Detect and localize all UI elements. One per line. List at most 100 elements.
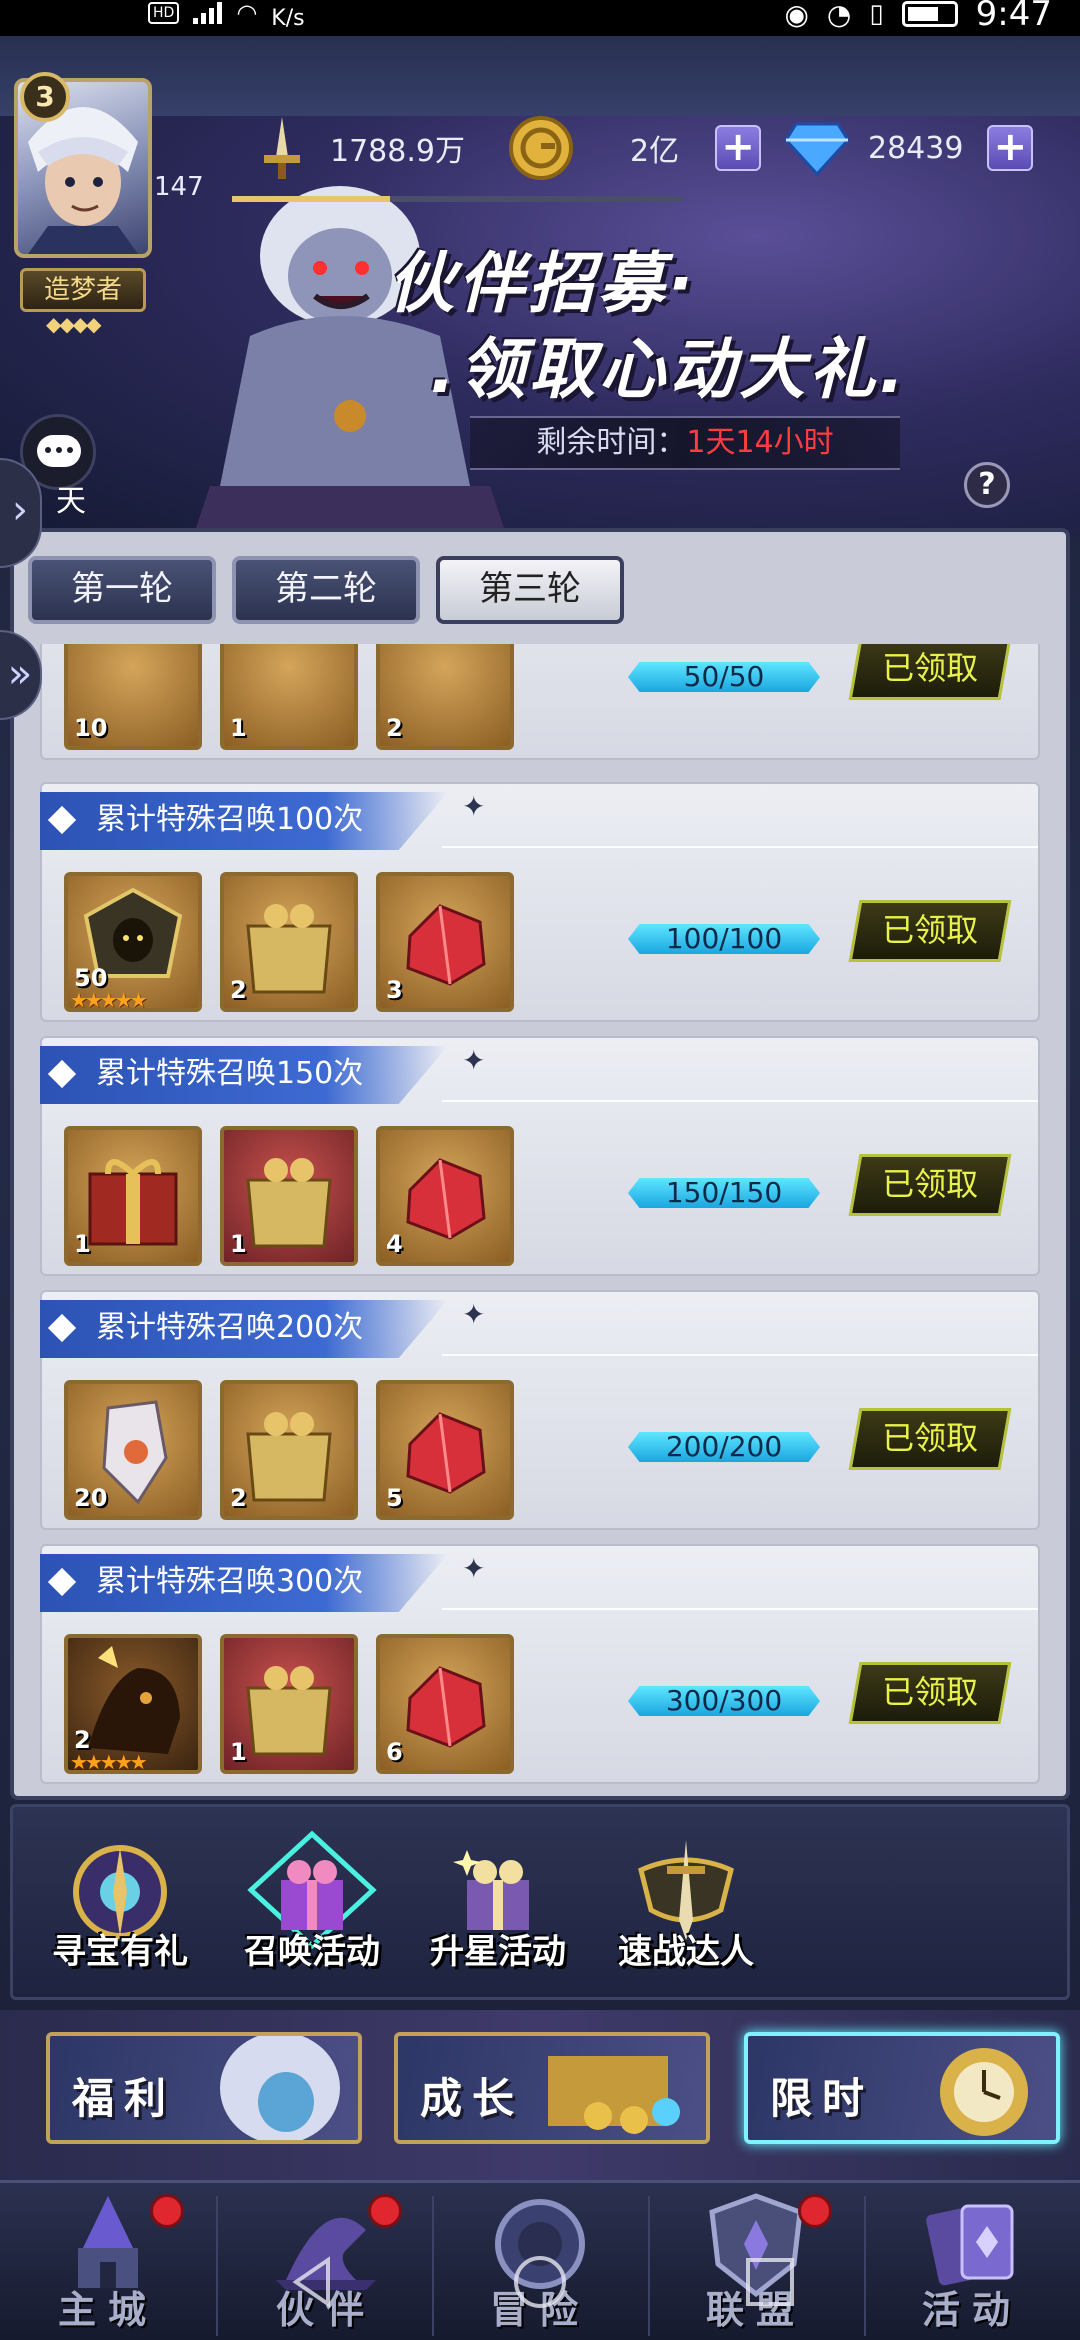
claimed-label: 已领取 <box>882 1165 979 1203</box>
claimed-label: 已领取 <box>882 1419 979 1457</box>
row-title: 累计特殊召唤100次 <box>40 792 448 850</box>
nav-events[interactable]: 活动 <box>872 2190 1072 2340</box>
power-value: 1788.9万 <box>330 134 465 169</box>
row-divider <box>442 1608 1038 1610</box>
reward-row: 10 1 2 50/50 已领取 <box>40 644 1040 760</box>
timer-label: 剩余时间： <box>536 425 687 460</box>
recents-icon[interactable] <box>740 2252 800 2312</box>
reward-item-chest[interactable]: 1 <box>220 1126 358 1266</box>
claimed-label: 已领取 <box>882 649 979 687</box>
tab-round-3[interactable]: 第三轮 <box>436 556 624 624</box>
signal-icon <box>193 2 223 24</box>
wifi-icon: ◠ <box>236 0 258 27</box>
reward-item-chest[interactable]: 2 <box>220 1380 358 1520</box>
reward-item-chest[interactable]: 2 <box>220 872 358 1012</box>
sparkle-icon: ✦ <box>462 1044 486 1077</box>
reward-item-ruby[interactable]: 3 <box>376 872 514 1012</box>
claimed-label: 已领取 <box>882 911 979 949</box>
add-gold-button[interactable]: + <box>715 125 762 171</box>
sparkle-icon: ✦ <box>462 1298 486 1331</box>
gold-value: 2亿 <box>630 134 680 169</box>
claimed-label: 已领取 <box>882 1673 979 1711</box>
item-stars: ★★★★★ <box>70 1750 148 1774</box>
reward-items: 50 ★★★★★ 2 3 <box>64 872 514 1012</box>
claimed-badge: 已领取 <box>848 1662 1012 1724</box>
back-icon[interactable] <box>284 2252 344 2312</box>
reward-item-ruby[interactable]: 6 <box>376 1634 514 1774</box>
limited-time-label: 限时 <box>770 2074 875 2123</box>
reward-row: 累计特殊召唤300次 ✦ 2 ★★★★★ 1 6 300/300 已领取 <box>40 1544 1040 1784</box>
reward-item-hero-card[interactable]: 2 ★★★★★ <box>64 1634 202 1774</box>
limited-time-button[interactable]: 限时 <box>744 2032 1060 2144</box>
tab-round-1[interactable]: 第一轮 <box>28 556 216 624</box>
reward-item-amulet[interactable]: 10 <box>64 644 202 750</box>
row-progress: 150/150 <box>628 1178 820 1208</box>
gold-coin-icon <box>509 116 573 180</box>
row-divider <box>442 846 1038 848</box>
help-button[interactable]: ? <box>964 462 1010 508</box>
xp-progress-bar <box>232 196 682 202</box>
reward-item-hero-shard[interactable]: 50 ★★★★★ <box>64 872 202 1012</box>
reward-list[interactable]: 10 1 2 50/50 已领取 累计特殊召唤100次 ✦ 50 ★★★★★ 2… <box>40 644 1040 1784</box>
vibrate-icon: ▯ <box>869 0 884 29</box>
reward-item-gift-box[interactable]: 1 <box>64 1126 202 1266</box>
sparkle-icon: ✦ <box>462 790 486 823</box>
item-count: 5 <box>386 1484 403 1512</box>
welfare-button[interactable]: 福利 <box>46 2032 362 2144</box>
item-count: 4 <box>386 1230 403 1258</box>
gold-resource: 2亿 + <box>508 108 762 188</box>
claimed-badge: 已领取 <box>848 1408 1012 1470</box>
activity-label: 寻宝有礼 <box>52 1932 188 1972</box>
player-rank-stars: ◆◆◆◆ <box>46 312 102 336</box>
reward-item-crystal[interactable]: 20 <box>64 1380 202 1520</box>
item-stars: ★★★★★ <box>70 988 148 1012</box>
growth-button[interactable]: 成长 <box>394 2032 710 2144</box>
reward-item-ruby[interactable]: 2 <box>376 644 514 750</box>
reward-item-ruby[interactable]: 5 <box>376 1380 514 1520</box>
row-title: 累计特殊召唤200次 <box>40 1300 448 1358</box>
item-count: 1 <box>230 1230 247 1258</box>
row-progress: 300/300 <box>628 1686 820 1716</box>
welfare-label: 福利 <box>72 2074 177 2123</box>
activity-label: 召唤活动 <box>244 1932 380 1972</box>
player-title-badge: 造梦者 <box>20 268 146 312</box>
power-resource: 1788.9万 <box>252 108 465 188</box>
item-count: 3 <box>386 976 403 1004</box>
item-count: 1 <box>230 1738 247 1766</box>
add-diamond-button[interactable]: + <box>987 125 1034 171</box>
hd-indicator: HD <box>148 2 180 24</box>
battery-icon <box>901 1 958 27</box>
reward-items: 1 1 4 <box>64 1126 514 1266</box>
activity-star-up[interactable]: 升星活动 <box>408 1830 588 1973</box>
claimed-badge: 已领取 <box>848 644 1012 700</box>
diamond-resource: 28439 + <box>784 108 1034 188</box>
tab-round-2[interactable]: 第二轮 <box>232 556 420 624</box>
nav-label: 活动 <box>921 2288 1022 2332</box>
player-level-badge: 3 <box>20 72 70 122</box>
home-icon[interactable] <box>510 2252 570 2312</box>
activity-speed-battle[interactable]: 速战达人 <box>596 1830 776 1973</box>
reward-item-ruby[interactable]: 4 <box>376 1126 514 1266</box>
item-count: 1 <box>230 714 247 742</box>
row-divider <box>442 1354 1038 1356</box>
activity-summon[interactable]: 召唤活动 <box>222 1830 402 1973</box>
row-divider <box>442 1100 1038 1102</box>
activity-label: 速战达人 <box>618 1932 754 1972</box>
reward-row: 累计特殊召唤200次 ✦ 20 2 5 200/200 已领取 <box>40 1290 1040 1530</box>
notification-dot <box>150 2194 184 2228</box>
sword-icon <box>264 117 300 179</box>
item-count: 1 <box>74 1230 91 1258</box>
banner-title-line1: 伙伴招募· <box>388 245 698 322</box>
sparkle-icon: ✦ <box>462 1552 486 1585</box>
reward-item-chest[interactable]: 1 <box>220 1634 358 1774</box>
reward-item-chest[interactable]: 1 <box>220 644 358 750</box>
nav-divider <box>216 2196 218 2336</box>
activity-label: 升星活动 <box>430 1932 566 1972</box>
nav-label: 主城 <box>57 2288 158 2332</box>
item-count: 10 <box>74 714 108 742</box>
nav-main-city[interactable]: 主城 <box>8 2190 208 2340</box>
reward-items: 2 ★★★★★ 1 6 <box>64 1634 514 1774</box>
activity-treasure-hunt[interactable]: 寻宝有礼 <box>30 1830 210 1973</box>
nav-divider <box>864 2196 866 2336</box>
reward-items: 20 2 5 <box>64 1380 514 1520</box>
